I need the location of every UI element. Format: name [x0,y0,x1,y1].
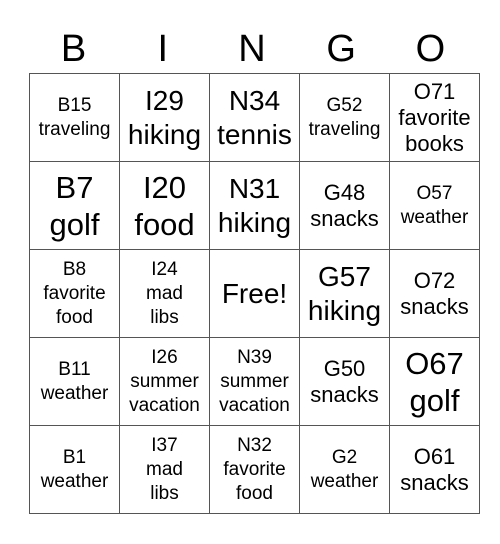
cell-label: O67 golf [405,345,464,418]
bingo-cell[interactable]: G50 snacks [299,337,390,426]
cell-label: I26 summer vacation [129,346,200,416]
cell-label: I37 mad libs [146,434,183,504]
bingo-row: B7 golf I20 food N31 hiking G48 snacks O57 w… [29,161,480,250]
header-letter-o: O [415,28,446,70]
bingo-cell[interactable]: B7 golf [29,161,120,250]
header-letter-n: N [238,28,266,70]
bingo-cell[interactable]: I29 hiking [119,73,210,162]
bingo-row: B1 weather I37 mad libs N32 favorite food G… [29,425,480,514]
bingo-cell[interactable]: I24 mad libs [119,249,210,338]
bingo-cell[interactable]: I26 summer vacation [119,337,210,426]
cell-label: Free! [221,277,288,309]
cell-label: N31 hiking [217,172,292,238]
cell-label: B15 traveling [38,94,111,140]
cell-label: I24 mad libs [146,258,183,328]
bingo-row: B15 traveling I29 hiking N34 tennis G52 tra… [29,73,480,162]
bingo-cell[interactable]: N39 summer vacation [209,337,300,426]
bingo-cell[interactable]: I37 mad libs [119,425,210,514]
cell-label: O71 favorite books [398,78,471,156]
bingo-cell[interactable]: O61 snacks [389,425,480,514]
cell-label: B7 golf [49,169,100,242]
bingo-card-grid: B15 traveling I29 hiking N34 tennis G52 tra… [29,73,480,514]
bingo-cell[interactable]: O71 favorite books [389,73,480,162]
bingo-cell[interactable]: O72 snacks [389,249,480,338]
bingo-row: B8 favorite food I24 mad libs Free! G57 hik… [29,249,480,338]
bingo-cell[interactable]: G52 traveling [299,73,390,162]
bingo-cell[interactable]: G2 weather [299,425,390,514]
header-letter-g: G [326,28,356,70]
cell-label: G52 traveling [308,94,381,140]
cell-label: G48 snacks [310,179,379,231]
bingo-cell[interactable]: O57 weather [389,161,480,250]
cell-label: B11 weather [40,358,109,404]
cell-label: O72 snacks [400,267,469,319]
cell-label: G50 snacks [310,355,379,407]
cell-label: N39 summer vacation [219,346,290,416]
cell-label: I29 hiking [127,84,202,150]
cell-label: G57 hiking [307,260,382,326]
cell-label: I20 food [134,169,195,242]
free-space-cell[interactable]: Free! [209,249,300,338]
cell-label: B1 weather [40,446,109,492]
bingo-cell[interactable]: N31 hiking [209,161,300,250]
bingo-row: B11 weather I26 summer vacation N39 summer… [29,337,480,426]
cell-label: N34 tennis [217,84,292,150]
bingo-cell[interactable]: B11 weather [29,337,120,426]
bingo-cell[interactable]: I20 food [119,161,210,250]
cell-label: O57 weather [400,182,469,228]
cell-label: O61 snacks [400,443,469,495]
cell-label: N32 favorite food [223,434,286,504]
header-letter-i: I [157,28,169,70]
bingo-cell[interactable]: O67 golf [389,337,480,426]
bingo-cell[interactable]: B15 traveling [29,73,120,162]
bingo-cell[interactable]: G48 snacks [299,161,390,250]
cell-label: G2 weather [310,446,379,492]
bingo-header: B I N G O [29,24,475,74]
cell-label: B8 favorite food [43,258,106,328]
bingo-cell[interactable]: G57 hiking [299,249,390,338]
bingo-cell[interactable]: N34 tennis [209,73,300,162]
bingo-cell[interactable]: B1 weather [29,425,120,514]
bingo-cell[interactable]: B8 favorite food [29,249,120,338]
header-letter-b: B [60,28,87,70]
bingo-cell[interactable]: N32 favorite food [209,425,300,514]
